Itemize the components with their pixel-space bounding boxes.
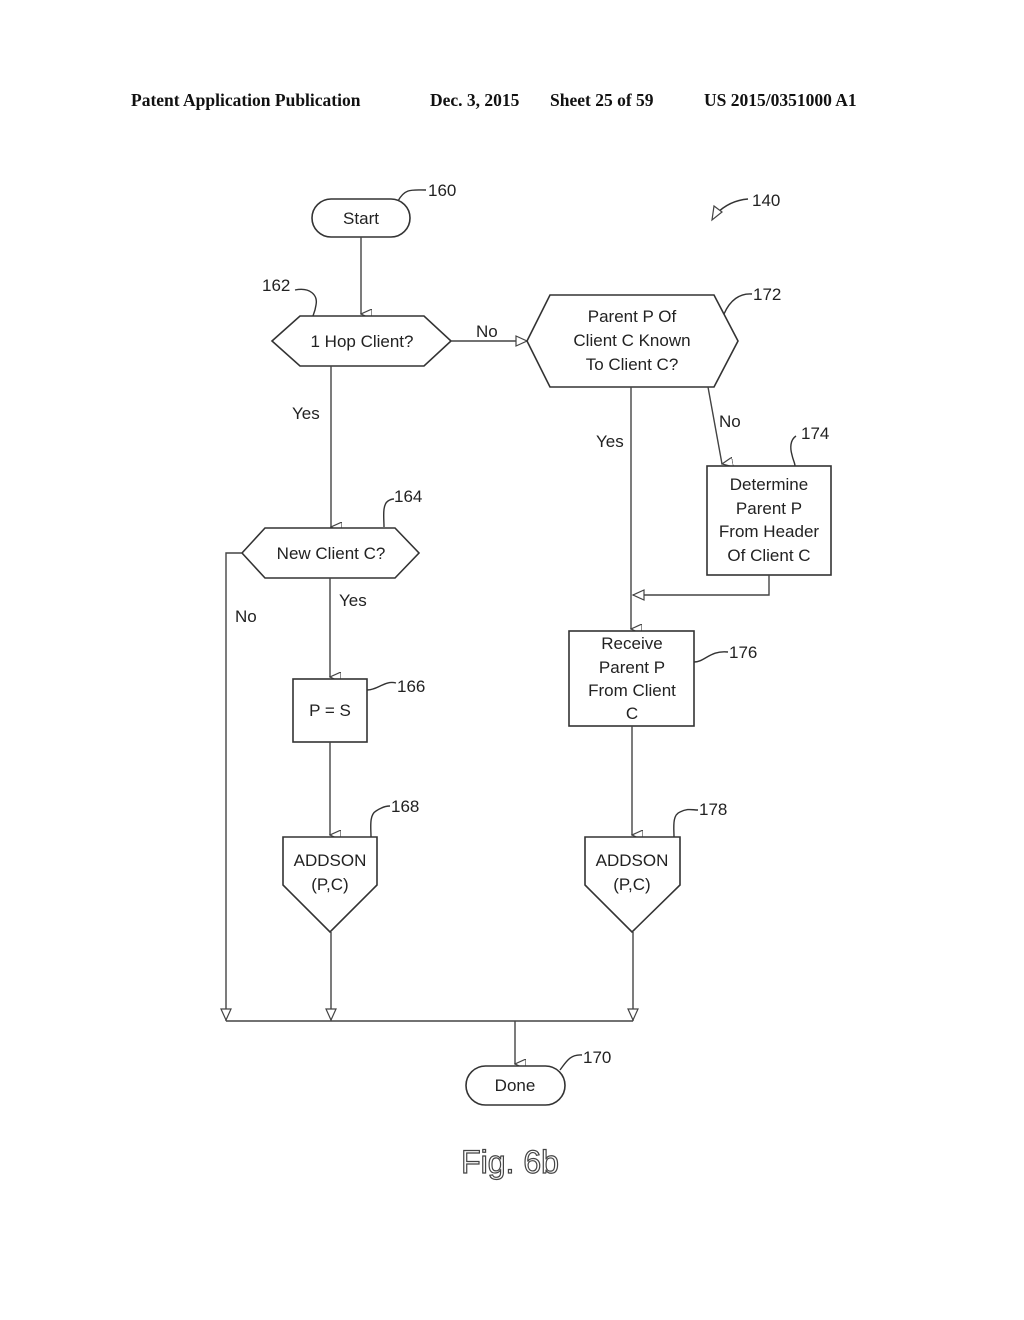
figure-caption: Fig. 6b <box>461 1144 559 1180</box>
node-addson-left: ADDSON (P,C) 168 <box>282 797 419 934</box>
p-equals-s-label: P = S <box>309 701 351 720</box>
determine-label-line-4: Of Client C <box>727 546 810 565</box>
node-determine: Determine Parent P From Header Of Client… <box>706 424 832 576</box>
start-ref: 160 <box>428 181 456 200</box>
determine-ref: 174 <box>801 424 829 443</box>
new-client-ref: 164 <box>394 487 422 506</box>
edge-determine-to-receive <box>633 575 770 596</box>
node-done: Done 170 <box>465 1048 611 1106</box>
parent-known-ref-leader <box>723 293 753 315</box>
edge-new-client-no-arrowhead-icon <box>220 1008 232 1022</box>
addson-left-ref: 168 <box>391 797 419 816</box>
node-new-client: New Client C? 164 <box>240 487 422 579</box>
edge-hop-no-label: No <box>476 322 498 341</box>
addson-right-label-line-1: ADDSON <box>596 851 669 870</box>
p-equals-s-ref-leader <box>366 681 397 691</box>
receive-label-line-1: Receive <box>601 634 662 653</box>
done-ref: 170 <box>583 1048 611 1067</box>
addson-left-label-line-1: ADDSON <box>294 851 367 870</box>
addson-right-ref-leader <box>673 808 699 838</box>
new-client-ref-leader <box>382 498 395 528</box>
edge-new-client-no-label: No <box>235 607 257 626</box>
figure-ref-140: 140 <box>711 191 780 222</box>
hop-label: 1 Hop Client? <box>310 332 413 351</box>
addson-right-label-line-2: (P,C) <box>613 875 650 894</box>
receive-label-line-2: Parent P <box>599 658 665 677</box>
receive-ref-leader <box>693 651 729 663</box>
determine-ref-leader <box>790 435 797 467</box>
edge-addson-right-arrowhead-icon <box>627 1008 639 1022</box>
flowchart: 140 Start 160 1 Hop Client? 162 No Yes P… <box>220 181 832 1181</box>
receive-ref: 176 <box>729 643 757 662</box>
node-start: Start 160 <box>311 181 456 238</box>
node-parent-known: Parent P Of Client C Known To Client C? … <box>526 285 781 388</box>
p-equals-s-ref: 166 <box>397 677 425 696</box>
determine-label-line-1: Determine <box>730 475 808 494</box>
edge-new-client-yes-label: Yes <box>339 591 367 610</box>
figure-ref-arrowhead-icon <box>711 204 723 222</box>
receive-label-line-3: From Client <box>588 681 676 700</box>
edge-parent-known-no-label: No <box>719 412 741 431</box>
edge-determine-arrowhead-icon <box>631 589 645 601</box>
addson-left-label-line-2: (P,C) <box>311 875 348 894</box>
edge-hop-no-arrowhead-icon <box>515 335 529 347</box>
addson-left-ref-leader <box>370 805 391 838</box>
start-label: Start <box>343 209 379 228</box>
new-client-label: New Client C? <box>277 544 386 563</box>
edge-addson-left-arrowhead-icon <box>325 1008 337 1022</box>
hop-ref: 162 <box>262 276 290 295</box>
addson-right-ref: 178 <box>699 800 727 819</box>
receive-label-line-4: C <box>626 704 638 723</box>
parent-known-label-line-2: Client C Known <box>573 331 690 350</box>
node-p-equals-s: P = S 166 <box>292 677 425 743</box>
determine-label-line-3: From Header <box>719 522 819 541</box>
edge-parent-known-yes-label: Yes <box>596 432 624 451</box>
parent-known-ref: 172 <box>753 285 781 304</box>
done-label: Done <box>495 1076 536 1095</box>
edge-hop-yes-label: Yes <box>292 404 320 423</box>
parent-known-label-line-3: To Client C? <box>586 355 679 374</box>
parent-known-label-line-1: Parent P Of <box>588 307 677 326</box>
start-ref-leader <box>397 189 427 202</box>
hop-ref-leader <box>294 288 317 317</box>
determine-label-line-2: Parent P <box>736 499 802 518</box>
node-hop-client: 1 Hop Client? 162 <box>262 276 453 367</box>
figure-ref-label: 140 <box>752 191 780 210</box>
node-receive: Receive Parent P From Client C 176 <box>568 630 757 727</box>
node-addson-right: ADDSON (P,C) 178 <box>584 800 727 934</box>
done-ref-leader <box>559 1054 583 1071</box>
